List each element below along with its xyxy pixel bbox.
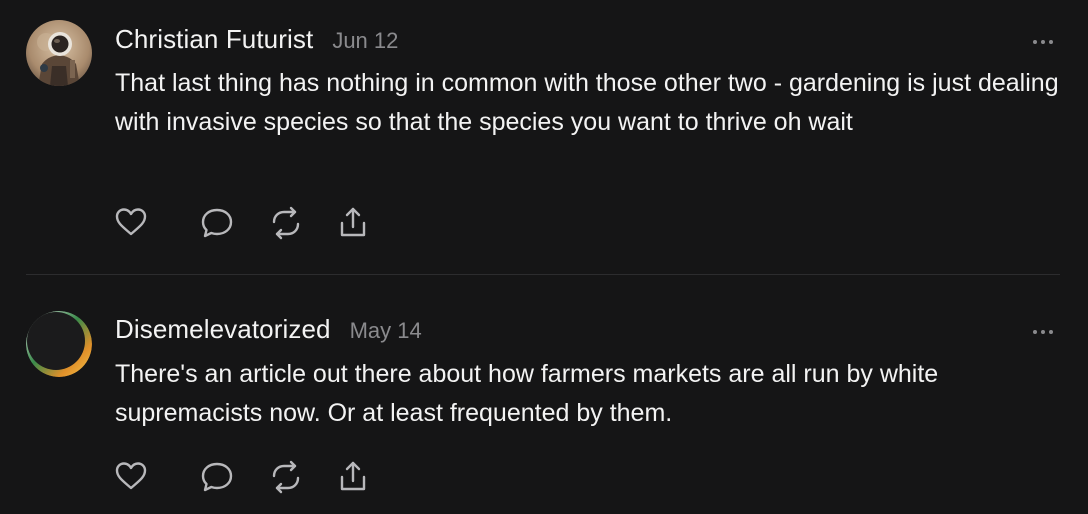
more-horizontal-icon[interactable]: [1032, 324, 1054, 334]
repost-button[interactable]: [268, 205, 304, 241]
share-button[interactable]: [335, 205, 371, 241]
reply-button[interactable]: [199, 205, 235, 241]
heart-icon: [115, 462, 147, 490]
post: Disemelevatorized May 14 There's an arti…: [0, 275, 1088, 514]
comment-icon: [201, 208, 233, 238]
post-text: That last thing has nothing in common wi…: [115, 69, 1059, 136]
post-text: There's an article out there about how f…: [115, 360, 939, 427]
avatar[interactable]: [26, 20, 92, 86]
share-icon: [340, 207, 366, 237]
eclipse-avatar-icon: [26, 311, 92, 377]
post-header: Disemelevatorized May 14: [115, 314, 422, 348]
repost-icon: [272, 206, 300, 240]
heart-icon: [115, 208, 147, 236]
author-name[interactable]: Disemelevatorized: [115, 314, 331, 345]
avatar[interactable]: [26, 311, 92, 377]
like-button[interactable]: [113, 205, 149, 241]
post-date[interactable]: May 14: [350, 318, 422, 344]
author-name[interactable]: Christian Futurist: [115, 24, 313, 55]
post-header: Christian Futurist Jun 12: [115, 24, 398, 58]
post-date[interactable]: Jun 12: [332, 28, 398, 54]
like-button[interactable]: [113, 459, 149, 495]
reply-button[interactable]: [199, 459, 235, 495]
share-icon: [340, 461, 366, 491]
post: Christian Futurist Jun 12 That last thin…: [0, 0, 1088, 274]
comment-icon: [201, 462, 233, 492]
astronaut-avatar-icon: [26, 20, 92, 86]
repost-button[interactable]: [268, 459, 304, 495]
share-button[interactable]: [335, 459, 371, 495]
more-horizontal-icon[interactable]: [1032, 34, 1054, 44]
repost-icon: [272, 460, 300, 494]
